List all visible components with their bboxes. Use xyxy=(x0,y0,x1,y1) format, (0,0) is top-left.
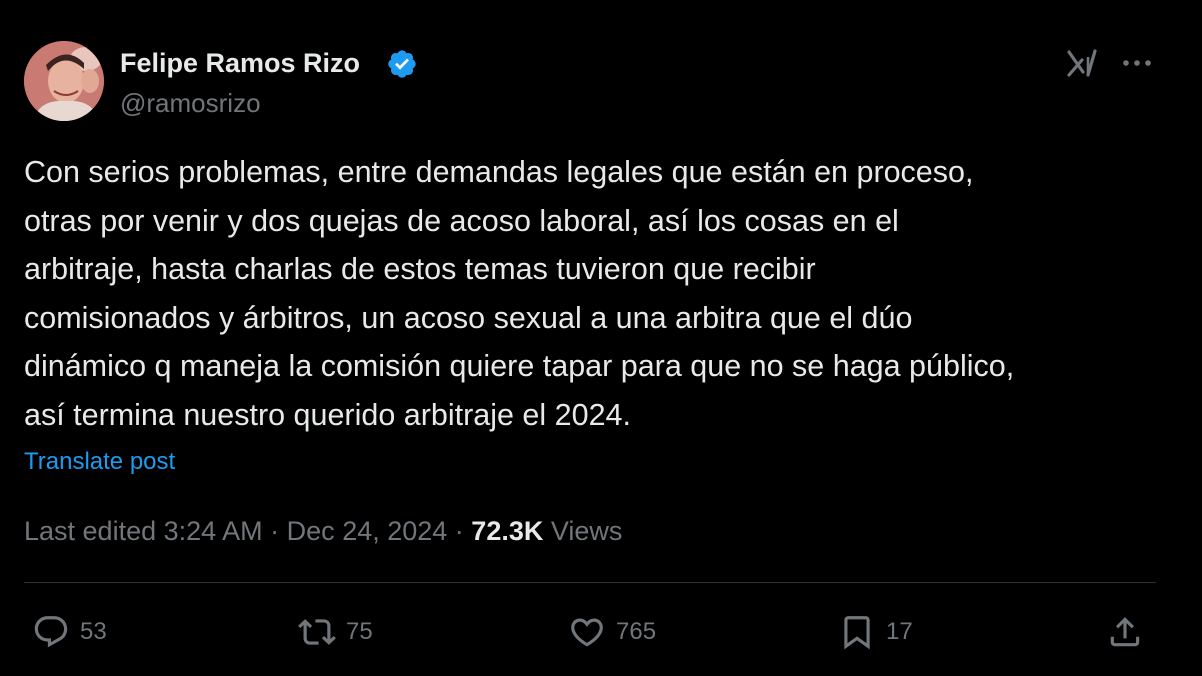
profile-photo-icon xyxy=(24,41,104,121)
bookmark-icon xyxy=(844,616,870,650)
grok-button[interactable] xyxy=(1064,44,1102,82)
post-text: Con serios problemas, entre demandas leg… xyxy=(24,155,1015,432)
more-icon xyxy=(1123,60,1151,66)
divider xyxy=(24,582,1156,583)
more-options-button[interactable] xyxy=(1118,44,1156,82)
translate-post-link[interactable]: Translate post xyxy=(24,445,175,479)
post-time[interactable]: 3:24 AM xyxy=(164,516,263,546)
reply-button[interactable]: 53 xyxy=(32,610,107,654)
like-button[interactable]: 765 xyxy=(568,610,656,654)
views-label: Views xyxy=(543,516,623,546)
views-count: 72.3K xyxy=(471,516,544,546)
post-metadata: Last edited 3:24 AM · Dec 24, 2024 · 72.… xyxy=(24,512,622,550)
verified-badge-icon xyxy=(388,50,416,78)
bookmark-button[interactable]: 17 xyxy=(838,610,913,654)
share-icon xyxy=(1110,617,1140,647)
avatar[interactable] xyxy=(24,41,104,121)
display-name[interactable]: Felipe Ramos Rizo xyxy=(120,46,360,80)
heart-icon xyxy=(571,618,603,647)
repost-count: 75 xyxy=(346,618,373,645)
user-handle[interactable]: @ramosrizo xyxy=(120,88,261,118)
bookmark-count: 17 xyxy=(886,618,913,645)
repost-button[interactable]: 75 xyxy=(298,610,373,654)
reply-count: 53 xyxy=(80,618,107,645)
post-date[interactable]: Dec 24, 2024 xyxy=(287,516,448,546)
edited-label: Last edited xyxy=(24,516,164,546)
like-count: 765 xyxy=(616,618,657,645)
reply-icon xyxy=(34,616,68,648)
repost-icon xyxy=(298,619,336,645)
share-button[interactable] xyxy=(1106,610,1144,654)
post-card: Felipe Ramos Rizo @ramosrizo Con serios … xyxy=(0,0,1202,676)
meta-separator: · xyxy=(262,516,287,546)
grok-icon xyxy=(1067,49,1097,77)
meta-separator: · xyxy=(447,516,472,546)
